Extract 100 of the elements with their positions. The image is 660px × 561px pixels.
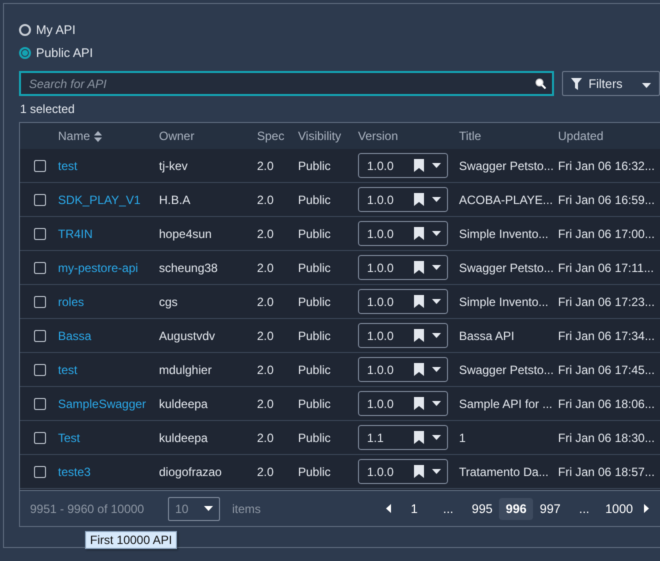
column-header[interactable]: Owner — [159, 129, 257, 143]
bookmark-icon — [414, 431, 424, 444]
row-checkbox[interactable] — [34, 228, 46, 240]
owner-cell-text: Augustvdv — [159, 328, 216, 342]
version-dropdown[interactable]: 1.0.0 — [358, 323, 448, 348]
left-arrow-icon — [386, 504, 391, 513]
updated-cell-text: Fri Jan 06 18:30... — [558, 430, 656, 444]
owner-cell-text: diogofrazao — [159, 464, 223, 478]
spec-cell-text: 2.0 — [257, 362, 275, 376]
column-header[interactable]: Title — [459, 129, 558, 143]
items-label: items — [232, 502, 261, 516]
version-dropdown[interactable]: 1.0.0 — [358, 357, 448, 382]
visibility-cell-text: Public — [298, 192, 332, 206]
bookmark-icon — [414, 227, 424, 240]
radio-label: My API — [36, 22, 76, 36]
page-button[interactable]: 997 — [533, 498, 568, 520]
updated-cell-text: Fri Jan 06 18:57... — [558, 464, 656, 478]
row-checkbox[interactable] — [34, 262, 46, 274]
title-cell-text: Swagger Petsto... — [459, 362, 555, 376]
spec-cell-text: 2.0 — [257, 260, 275, 274]
owner-cell-text: kuldeepa — [159, 430, 209, 444]
api-name-link[interactable]: SDK_PLAY_V1 — [58, 192, 159, 206]
version-dropdown[interactable]: 1.1 — [358, 425, 448, 450]
column-header[interactable]: Visibility — [298, 129, 358, 143]
version-dropdown[interactable]: 1.0.0 — [358, 289, 448, 314]
api-name-link[interactable]: SampleSwagger — [58, 396, 159, 410]
filters-button[interactable]: Filters — [562, 71, 660, 96]
visibility-cell-text: Public — [298, 464, 332, 478]
version-dropdown[interactable]: 1.0.0 — [358, 221, 448, 246]
version-dropdown[interactable]: 1.0.0 — [358, 255, 448, 280]
version-dropdown[interactable]: 1.0.0 — [358, 391, 448, 416]
spec-cell-text: 2.0 — [257, 192, 275, 206]
column-header[interactable]: Spec — [257, 129, 298, 143]
row-checkbox[interactable] — [34, 466, 46, 478]
api-name-link[interactable]: test — [58, 362, 159, 376]
bookmark-icon — [414, 261, 424, 274]
title-cell-text: Simple Invento... — [459, 226, 550, 240]
radio-option[interactable]: My API — [19, 18, 660, 41]
row-checkbox[interactable] — [34, 398, 46, 410]
spec-cell-text: 2.0 — [257, 328, 275, 342]
caret-icon — [204, 506, 214, 511]
column-header[interactable]: Updated — [558, 129, 660, 143]
bookmark-icon — [414, 295, 424, 308]
page-button[interactable]: 1000 — [601, 498, 637, 520]
row-checkbox[interactable] — [34, 296, 46, 308]
caret-icon — [432, 265, 441, 270]
owner-cell-text: mdulghier — [159, 362, 213, 376]
page-button[interactable]: ... — [567, 498, 602, 520]
version-dropdown[interactable]: 1.0.0 — [358, 187, 448, 212]
row-checkbox[interactable] — [34, 194, 46, 206]
page-button[interactable]: 1 — [397, 498, 432, 520]
row-checkbox[interactable] — [34, 432, 46, 444]
radio-button[interactable] — [19, 46, 31, 58]
version-dropdown[interactable]: 1.0.0 — [358, 153, 448, 178]
api-name-link[interactable]: my-pestore-api — [58, 260, 159, 274]
row-checkbox[interactable] — [34, 160, 46, 172]
caret-icon — [432, 469, 441, 474]
page-size-dropdown[interactable]: 10 — [168, 496, 220, 520]
row-checkbox[interactable] — [34, 364, 46, 376]
title-cell-text: ACOBA-PLAYE... — [459, 192, 554, 206]
updated-cell-text: Fri Jan 06 17:45... — [558, 362, 656, 376]
filter-icon — [571, 78, 582, 90]
radio-button[interactable] — [19, 24, 31, 36]
radio-label: Public API — [36, 46, 93, 60]
page-button[interactable]: 996 — [499, 498, 534, 520]
search-icon — [535, 78, 546, 89]
row-checkbox[interactable] — [34, 330, 46, 342]
page-button[interactable]: 995 — [465, 498, 500, 520]
title-cell-text: Swagger Petsto... — [459, 260, 555, 274]
title-cell-text: 1 — [459, 430, 467, 444]
updated-cell-text: Fri Jan 06 17:34... — [558, 328, 656, 342]
selection-count: 1 selected — [20, 102, 76, 116]
api-name-link[interactable]: TR4IN — [58, 226, 159, 240]
api-name-link[interactable]: teste3 — [58, 464, 159, 478]
owner-cell-text: H.B.A — [159, 192, 192, 206]
column-header[interactable]: Version — [358, 129, 459, 143]
radio-option[interactable]: Public API — [19, 41, 660, 64]
caret-icon — [432, 401, 441, 406]
api-name-link[interactable]: Test — [58, 430, 159, 444]
bookmark-icon — [414, 193, 424, 206]
owner-cell-text: scheung38 — [159, 260, 219, 274]
spec-cell-text: 2.0 — [257, 396, 275, 410]
api-name-link[interactable]: roles — [58, 294, 159, 308]
caret-icon — [432, 367, 441, 372]
visibility-cell-text: Public — [298, 226, 332, 240]
visibility-cell-text: Public — [298, 362, 332, 376]
right-arrow-icon — [644, 504, 648, 513]
caret-icon — [432, 435, 441, 440]
page-button[interactable]: ... — [431, 498, 466, 520]
visibility-cell-text: Public — [298, 430, 332, 444]
title-cell-text: Sample API for ... — [459, 396, 554, 410]
owner-cell-text: kuldeepa — [159, 396, 209, 410]
column-header[interactable]: Name — [58, 129, 159, 143]
search-field[interactable]: Search for API — [19, 71, 554, 96]
updated-cell-text: Fri Jan 06 17:23... — [558, 294, 656, 308]
api-name-link[interactable]: Bassa — [58, 328, 159, 342]
range-text: 9951 - 9960 of 10000 — [30, 502, 144, 516]
api-name-link[interactable]: test — [58, 158, 159, 172]
version-dropdown[interactable]: 1.0.0 — [358, 459, 448, 484]
bookmark-icon — [414, 363, 424, 376]
